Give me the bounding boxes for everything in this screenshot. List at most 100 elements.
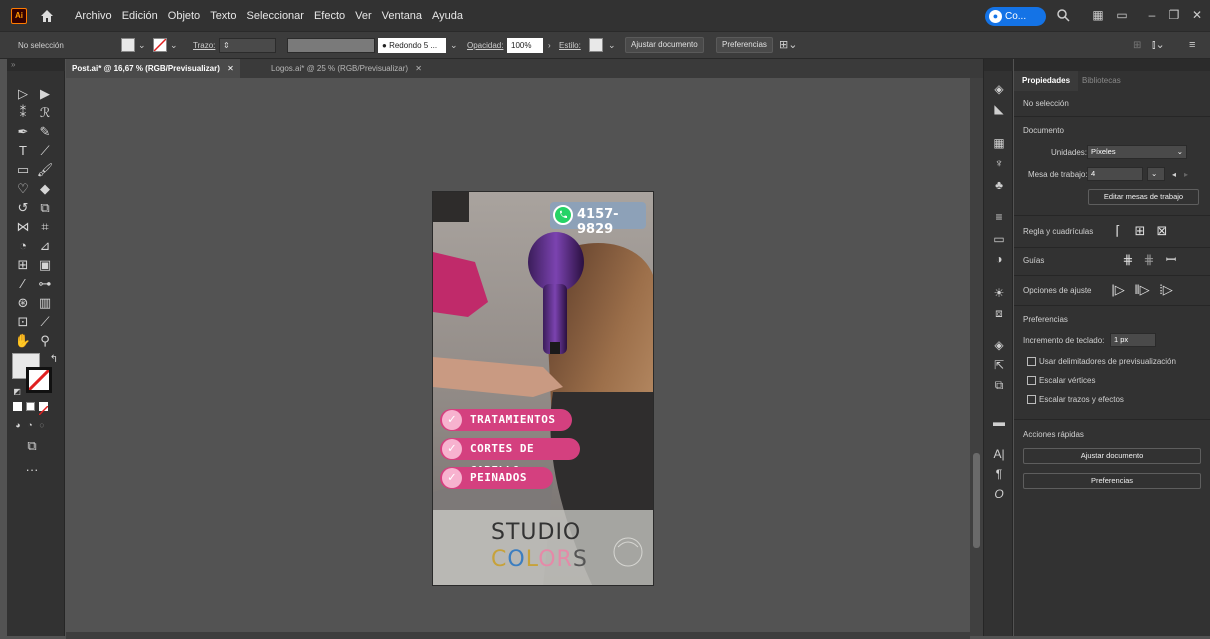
tab-post[interactable]: Post.ai* @ 16,67 % (RGB/Previsualizar) ✕: [66, 59, 240, 78]
type-tool-icon[interactable]: T: [14, 142, 32, 159]
menu-archivo[interactable]: Archivo: [75, 10, 112, 22]
style-swatch[interactable]: [589, 38, 603, 52]
mesh-tool-icon[interactable]: ⊞: [14, 256, 32, 273]
gradient-tool-icon[interactable]: ▣: [36, 256, 54, 273]
graphic-styles-icon[interactable]: ⧈: [991, 305, 1007, 321]
snap-to-glyph-icon[interactable]: ⁞▷: [1158, 282, 1174, 298]
blend-tool-icon[interactable]: ⊶: [36, 275, 54, 292]
swap-colors-icon[interactable]: ↰: [45, 351, 63, 368]
brush-dropdown-icon[interactable]: ⌄: [450, 32, 458, 59]
show-guides-icon[interactable]: ⋕: [1120, 252, 1136, 268]
gradient-icon[interactable]: ▭: [991, 231, 1007, 247]
rulers-icon[interactable]: ⌈: [1110, 223, 1126, 239]
stroke-label[interactable]: Trazo:: [193, 32, 215, 59]
free-transform-tool-icon[interactable]: ⌗: [36, 218, 54, 235]
opacity-field[interactable]: 100%: [507, 38, 543, 53]
slice-tool-icon[interactable]: ⟋: [36, 313, 54, 330]
vertical-scrollbar[interactable]: [970, 78, 983, 636]
none-mode-icon[interactable]: [38, 402, 49, 416]
scale-strokes-checkbox[interactable]: [1027, 395, 1036, 404]
color-guide-icon[interactable]: ◈: [991, 81, 1007, 97]
lasso-tool-icon[interactable]: ℛ: [36, 104, 54, 121]
line-tool-icon[interactable]: ⟋: [36, 142, 54, 159]
shape-builder-tool-icon[interactable]: ◔: [14, 237, 32, 254]
artboard-select[interactable]: 4: [1087, 167, 1143, 181]
artboards-icon[interactable]: ⧉: [991, 377, 1007, 393]
opentype-icon[interactable]: O: [991, 486, 1007, 502]
comments-icon[interactable]: ▬: [991, 414, 1007, 430]
scale-corners-checkbox[interactable]: [1027, 376, 1036, 385]
direct-selection-tool-icon[interactable]: ▶: [36, 85, 54, 102]
arrange-icon[interactable]: ▭: [1113, 6, 1131, 24]
stroke-swatch[interactable]: [153, 38, 167, 52]
home-icon[interactable]: [39, 8, 55, 24]
appearance-icon[interactable]: ☀: [991, 285, 1007, 301]
character-icon[interactable]: A|: [991, 446, 1007, 462]
close-tab-icon[interactable]: ✕: [415, 64, 422, 73]
search-icon[interactable]: [1054, 6, 1072, 24]
grid-icon[interactable]: ⊞: [1132, 223, 1148, 239]
pen-tool-icon[interactable]: ✒: [14, 123, 32, 140]
stroke-weight-field[interactable]: ⇕: [219, 38, 276, 53]
quick-preferences-button[interactable]: Preferencias: [1023, 473, 1201, 489]
fill-dropdown-icon[interactable]: ⌄: [138, 32, 146, 59]
menu-seleccionar[interactable]: Seleccionar: [246, 10, 303, 22]
prev-artboard-icon[interactable]: ◂: [1172, 170, 1176, 179]
close-tab-icon[interactable]: ✕: [227, 64, 234, 73]
default-colors-icon[interactable]: ◩: [8, 383, 26, 400]
layers-icon[interactable]: ◈: [991, 337, 1007, 353]
opacity-label[interactable]: Opacidad:: [467, 32, 503, 59]
menu-efecto[interactable]: Efecto: [314, 10, 345, 22]
panel-menu-icon[interactable]: ≡: [1189, 32, 1195, 59]
minimize-icon[interactable]: –: [1143, 6, 1161, 24]
swatches-icon[interactable]: ▦: [991, 135, 1007, 151]
rectangle-tool-icon[interactable]: ▭: [14, 161, 32, 178]
close-icon[interactable]: ✕: [1188, 6, 1206, 24]
screen-mode-icon[interactable]: ⧉: [23, 437, 41, 454]
artboard-tool-icon[interactable]: ⊡: [14, 313, 32, 330]
fill-swatch[interactable]: [121, 38, 135, 52]
menu-texto[interactable]: Texto: [210, 10, 236, 22]
stroke-dropdown-icon[interactable]: ⌄: [170, 32, 178, 59]
menu-ayuda[interactable]: Ayuda: [432, 10, 463, 22]
symbols-icon[interactable]: ♣: [991, 177, 1007, 193]
transparency-grid-icon[interactable]: ⊠: [1154, 223, 1170, 239]
column-graph-tool-icon[interactable]: ▥: [36, 294, 54, 311]
next-artboard-icon[interactable]: ▸: [1184, 170, 1188, 179]
stroke-color-box[interactable]: [26, 367, 52, 393]
magic-wand-tool-icon[interactable]: ⁑: [14, 104, 32, 121]
panel-grip[interactable]: [1014, 59, 1210, 71]
curvature-tool-icon[interactable]: ✎: [36, 123, 54, 140]
eyedropper-tool-icon[interactable]: ⁄: [14, 275, 32, 292]
cloud-document-button[interactable]: ● Co...: [985, 7, 1046, 26]
menu-objeto[interactable]: Objeto: [168, 10, 200, 22]
rotate-tool-icon[interactable]: ↺: [14, 199, 32, 216]
shaper-tool-icon[interactable]: ♡: [14, 180, 32, 197]
toolbox-grip[interactable]: »: [7, 59, 65, 71]
style-dropdown-icon[interactable]: ⌄: [608, 32, 616, 59]
horizontal-scrollbar[interactable]: [66, 632, 970, 639]
paintbrush-tool-icon[interactable]: 🖌: [36, 161, 54, 178]
quick-fit-document-button[interactable]: Ajustar documento: [1023, 448, 1201, 464]
gradient-mode-icon[interactable]: [26, 402, 35, 411]
tab-propiedades[interactable]: Propiedades: [1014, 71, 1079, 91]
brush-definition[interactable]: ● Redondo 5 ...: [378, 38, 446, 53]
scale-tool-icon[interactable]: ⧉: [36, 199, 54, 216]
brushes-icon[interactable]: ♆: [991, 155, 1007, 171]
menu-ventana[interactable]: Ventana: [382, 10, 422, 22]
width-tool-icon[interactable]: ⋈: [14, 218, 32, 235]
preview-bounds-checkbox[interactable]: [1027, 357, 1036, 366]
hand-tool-icon[interactable]: ✋: [14, 332, 32, 349]
opacity-arrow-icon[interactable]: ›: [548, 32, 551, 59]
menu-edicion[interactable]: Edición: [122, 10, 158, 22]
style-label[interactable]: Estilo:: [559, 32, 581, 59]
arrange-documents-icon[interactable]: ⊞⌄: [779, 32, 797, 59]
draw-inside-icon[interactable]: ○: [33, 417, 51, 434]
snap-icon[interactable]: ⫾⌄: [1152, 32, 1165, 59]
scroll-thumb[interactable]: [973, 453, 980, 548]
smart-guides-icon[interactable]: ꟷ: [1163, 252, 1179, 268]
units-select[interactable]: Píxeles ⌄: [1087, 145, 1187, 159]
preferences-button[interactable]: Preferencias: [716, 37, 773, 53]
artboard-dropdown[interactable]: ⌄: [1147, 167, 1165, 181]
icon-strip-grip[interactable]: [984, 59, 1013, 71]
